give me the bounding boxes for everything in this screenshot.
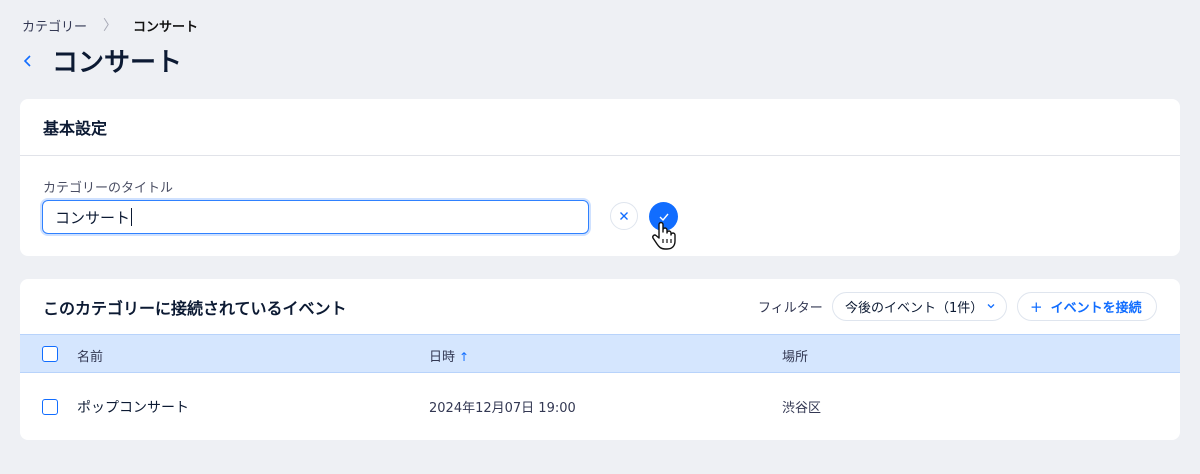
chevron-left-icon — [23, 54, 31, 67]
connected-events-title: このカテゴリーに接続されているイベント — [43, 298, 347, 318]
event-datetime: 2024年12月07日 19:00 — [429, 401, 576, 416]
filter-label: フィルター — [758, 301, 823, 316]
connect-event-button[interactable]: + イベントを接続 — [1017, 292, 1157, 321]
column-header-datetime-label: 日時 — [429, 350, 456, 365]
text-caret — [131, 208, 133, 226]
table-row[interactable]: ポップコンサート 2024年12月07日 19:00 渋谷区 — [20, 373, 1180, 440]
page-title: コンサート — [52, 48, 183, 78]
column-header-datetime[interactable]: 日時 ↑ — [429, 346, 469, 365]
sort-ascending-icon: ↑ — [459, 350, 470, 364]
hand-cursor-icon — [652, 221, 676, 250]
column-header-location[interactable]: 場所 — [782, 346, 808, 365]
connected-events-header: このカテゴリーに接続されているイベント フィルター 今後のイベント（1件） + … — [20, 279, 1180, 334]
row-checkbox[interactable] — [42, 399, 58, 415]
breadcrumb-current: コンサート — [133, 19, 199, 35]
event-name: ポップコンサート — [77, 400, 189, 416]
close-icon — [620, 212, 628, 220]
plus-icon: + — [1030, 297, 1043, 316]
basic-settings-title: 基本設定 — [43, 119, 108, 138]
breadcrumb: カテゴリー 〉 コンサート — [22, 15, 198, 35]
select-all-checkbox[interactable] — [42, 346, 58, 362]
checkmark-icon — [659, 213, 669, 221]
event-location: 渋谷区 — [782, 401, 822, 416]
basic-settings-header: 基本設定 — [20, 99, 1180, 156]
title-row: コンサート — [18, 42, 182, 79]
category-title-label: カテゴリーのタイトル — [43, 181, 174, 196]
table-header: 名前 日時 ↑ 場所 — [20, 334, 1180, 373]
connected-events-card: このカテゴリーに接続されているイベント フィルター 今後のイベント（1件） + … — [20, 279, 1180, 440]
filter-dropdown[interactable]: 今後のイベント（1件） — [832, 292, 1007, 321]
breadcrumb-parent-link[interactable]: カテゴリー — [22, 16, 87, 35]
breadcrumb-separator-icon: 〉 — [103, 18, 118, 34]
category-title-value: コンサート — [55, 208, 131, 227]
basic-settings-card: 基本設定 カテゴリーのタイトル コンサート — [20, 99, 1180, 256]
filter-dropdown-value: 今後のイベント（1件） — [845, 301, 984, 316]
column-header-name[interactable]: 名前 — [77, 346, 103, 365]
connect-event-label: イベントを接続 — [1050, 301, 1142, 316]
back-button[interactable] — [18, 43, 38, 79]
chevron-down-icon — [987, 304, 995, 309]
category-title-input[interactable]: コンサート — [42, 200, 589, 234]
cancel-button[interactable] — [610, 202, 638, 230]
